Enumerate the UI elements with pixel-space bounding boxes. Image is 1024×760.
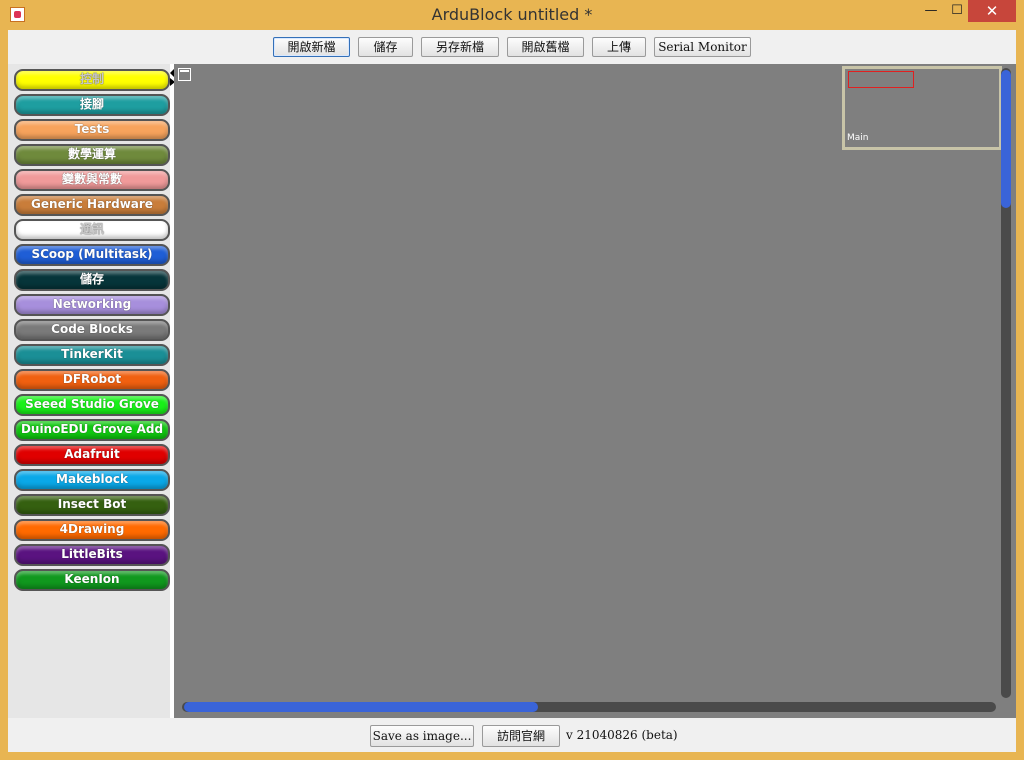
palette-category-button[interactable]: Makeblock	[14, 469, 170, 491]
palette-category-button[interactable]: 數學運算	[14, 144, 170, 166]
palette-category-button[interactable]: Code Blocks	[14, 319, 170, 341]
visit-website-button[interactable]: 訪問官網	[482, 725, 560, 747]
palette-category-button[interactable]: 儲存	[14, 269, 170, 291]
minimap-viewport[interactable]	[848, 71, 914, 88]
close-button[interactable]: ✕	[968, 0, 1016, 22]
palette-category-button[interactable]: TinkerKit	[14, 344, 170, 366]
client-area: 開啟新檔 儲存 另存新檔 開啟舊檔 上傳 Serial Monitor 控制接腳…	[8, 30, 1016, 752]
toolbar: 開啟新檔 儲存 另存新檔 開啟舊檔 上傳 Serial Monitor	[8, 30, 1016, 64]
save-as-button[interactable]: 另存新檔	[421, 37, 499, 57]
title-bar[interactable]: ArduBlock untitled * — ☐ ✕	[0, 0, 1024, 30]
workspace-canvas[interactable]: Main	[174, 64, 1016, 718]
horizontal-scrollbar[interactable]	[182, 702, 996, 712]
app-window: ArduBlock untitled * — ☐ ✕ 開啟新檔 儲存 另存新檔 …	[0, 0, 1024, 760]
minimap-label: Main	[847, 133, 869, 143]
palette-category-button[interactable]: 接腳	[14, 94, 170, 116]
palette-category-button[interactable]: Seeed Studio Grove	[14, 394, 170, 416]
palette-category-button[interactable]: DuinoEDU Grove Add	[14, 419, 170, 441]
minimap[interactable]: Main	[842, 66, 1002, 150]
open-file-button[interactable]: 開啟舊檔	[507, 37, 584, 57]
page-toggle-icon[interactable]	[178, 68, 191, 81]
block-palette: 控制接腳 Tests 數學運算變數與常數 Generic Hardware 通訊 SCoo…	[8, 64, 170, 718]
vertical-scroll-thumb[interactable]	[1001, 70, 1011, 208]
new-file-button[interactable]: 開啟新檔	[273, 37, 350, 57]
palette-category-button[interactable]: Adafruit	[14, 444, 170, 466]
palette-category-button[interactable]: SCoop (Multitask)	[14, 244, 170, 266]
palette-category-button[interactable]: Generic Hardware	[14, 194, 170, 216]
palette-category-button[interactable]: 控制	[14, 69, 170, 91]
window-title: ArduBlock untitled *	[431, 5, 593, 24]
palette-category-button[interactable]: DFRobot	[14, 369, 170, 391]
save-as-image-button[interactable]: Save as image...	[370, 725, 474, 747]
vertical-scrollbar[interactable]	[1001, 68, 1011, 698]
palette-category-button[interactable]: 變數與常數	[14, 169, 170, 191]
save-button[interactable]: 儲存	[358, 37, 413, 57]
palette-category-button[interactable]: Networking	[14, 294, 170, 316]
palette-category-button[interactable]: Tests	[14, 119, 170, 141]
serial-monitor-button[interactable]: Serial Monitor	[654, 37, 751, 57]
palette-category-button[interactable]: KeenIon	[14, 569, 170, 591]
palette-category-button[interactable]: Insect Bot	[14, 494, 170, 516]
bottom-bar: Save as image... 訪問官網 v 21040826 (beta)	[8, 718, 1016, 752]
palette-category-button[interactable]: 通訊	[14, 219, 170, 241]
palette-category-button[interactable]: LittleBits	[14, 544, 170, 566]
horizontal-scroll-thumb[interactable]	[184, 702, 538, 712]
palette-category-button[interactable]: 4Drawing	[14, 519, 170, 541]
upload-button[interactable]: 上傳	[592, 37, 646, 57]
version-label: v 21040826 (beta)	[566, 728, 678, 742]
